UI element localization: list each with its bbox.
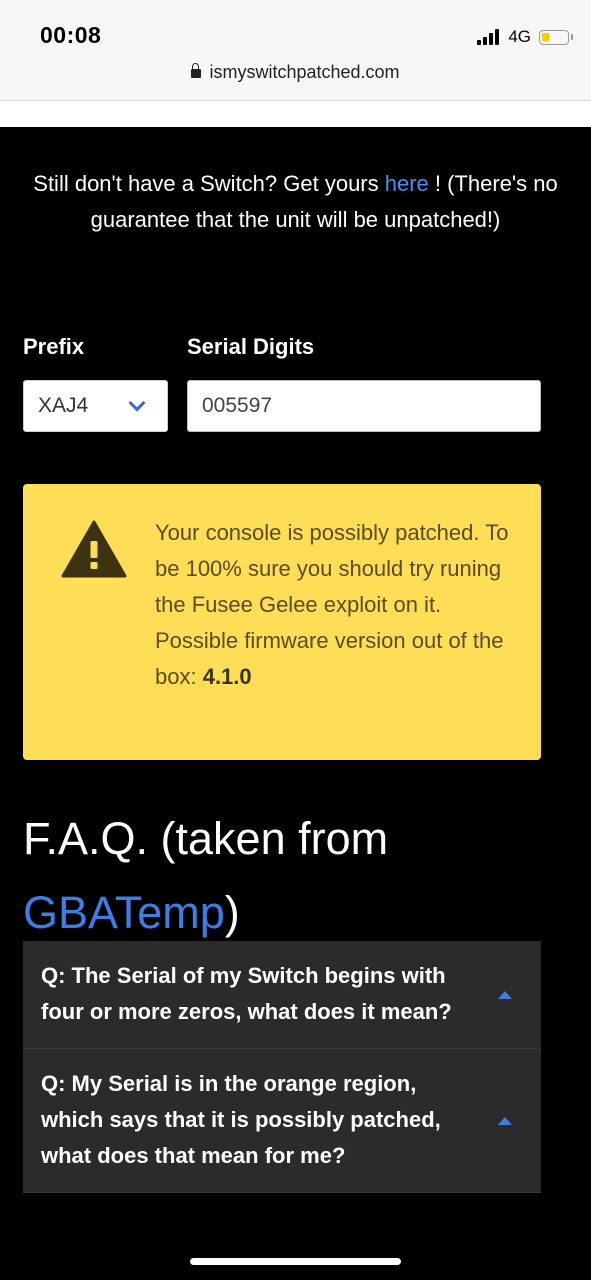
battery-icon xyxy=(539,29,573,45)
faq-item-orange-region[interactable]: Q: My Serial is in the orange region, wh… xyxy=(23,1049,541,1193)
gbatemp-link[interactable]: GBATemp xyxy=(23,887,225,938)
status-time: 00:08 xyxy=(40,22,102,48)
prefix-select[interactable]: XAJ4 xyxy=(23,380,168,432)
caret-up-icon xyxy=(498,990,512,999)
faq-question: Q: My Serial is in the orange region, wh… xyxy=(41,1071,441,1168)
chevron-down-icon xyxy=(128,394,146,412)
caret-up-icon xyxy=(498,1116,512,1125)
status-indicators: 4G xyxy=(477,24,573,50)
faq-item-zeros[interactable]: Q: The Serial of my Switch begins with f… xyxy=(23,941,541,1049)
faq-list: Q: The Serial of my Switch begins with f… xyxy=(23,941,541,1193)
promo-text-start: Still don't have a Switch? Get yours xyxy=(33,171,385,196)
patch-status-alert: Your console is possibly patched. To be … xyxy=(23,484,541,760)
network-type: 4G xyxy=(508,27,531,46)
promo-text: Still don't have a Switch? Get yours her… xyxy=(30,166,561,238)
home-indicator[interactable] xyxy=(190,1258,401,1265)
address-bar[interactable]: ismyswitchpatched.com xyxy=(0,62,591,83)
serial-digits-input[interactable] xyxy=(187,380,541,432)
alert-message: Your console is possibly patched. To be … xyxy=(155,515,515,695)
faq-question: Q: The Serial of my Switch begins with f… xyxy=(41,963,452,1024)
browser-top-bar: 00:08 4G ismyswitchpatched.com xyxy=(0,0,591,101)
get-switch-link[interactable]: here xyxy=(385,171,429,196)
firmware-version: 4.1.0 xyxy=(202,664,252,689)
faq-title-text: F.A.Q. (taken from xyxy=(23,813,389,864)
url-text: ismyswitchpatched.com xyxy=(209,62,400,82)
prefix-selected-value: XAJ4 xyxy=(38,394,89,417)
lock-icon xyxy=(191,63,202,78)
page-header-strip xyxy=(0,101,591,127)
prefix-label: Prefix xyxy=(23,334,85,359)
faq-title: F.A.Q. (taken from GBATemp) xyxy=(23,802,563,950)
cellular-signal-icon xyxy=(477,29,501,45)
serial-digits-label: Serial Digits xyxy=(187,334,315,359)
warning-icon xyxy=(61,520,127,578)
faq-title-end: ) xyxy=(224,887,240,938)
